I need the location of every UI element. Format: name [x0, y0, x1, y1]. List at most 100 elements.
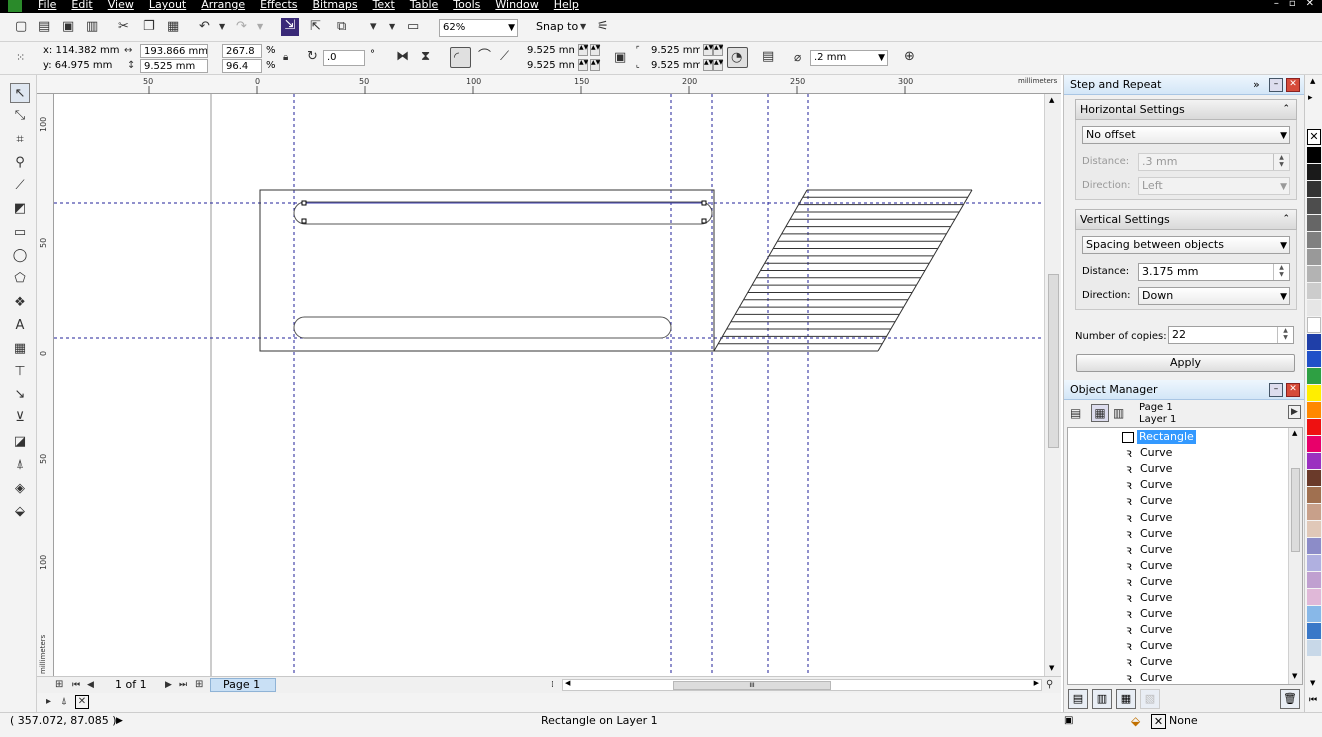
snap-to-dropdown-icon[interactable]: ▼: [580, 19, 586, 35]
number-of-copies-field[interactable]: 22 ▲ ▼: [1168, 326, 1294, 344]
corner-radius-top-right[interactable]: 9.525 mm: [648, 44, 700, 58]
color-swatch[interactable]: [1307, 317, 1321, 333]
spinner-icon[interactable]: ▲▼: [578, 59, 588, 71]
corner-radius-bottom-left[interactable]: 9.525 mm: [524, 59, 574, 73]
list-item[interactable]: ꝛ Curve: [1120, 638, 1174, 654]
palette-expand-icon[interactable]: ⏮: [1309, 695, 1317, 705]
list-item[interactable]: ꝛ Curve: [1120, 493, 1174, 509]
color-swatch[interactable]: [1307, 334, 1321, 350]
eyedropper-icon[interactable]: ⍋: [61, 694, 67, 710]
close-docker-button[interactable]: ✕: [1286, 383, 1300, 397]
node-handle[interactable]: [701, 200, 707, 206]
redo-icon[interactable]: ↷: [236, 19, 247, 35]
launcher-dropdown-icon[interactable]: ▼: [389, 19, 395, 35]
vertical-scrollbar[interactable]: ▲ ▼: [1044, 94, 1061, 676]
scroll-up-icon[interactable]: ▲: [1049, 96, 1054, 104]
color-swatch[interactable]: [1307, 385, 1321, 401]
spinner-icon[interactable]: ▲▼: [590, 59, 600, 71]
color-swatch[interactable]: [1307, 589, 1321, 605]
expand-icon[interactable]: »: [1253, 75, 1260, 95]
blend-tool-icon[interactable]: ⊻: [10, 408, 30, 428]
text-tool-icon[interactable]: A: [10, 316, 30, 336]
palette-options-icon[interactable]: ▸: [46, 694, 51, 710]
color-swatch[interactable]: [1307, 249, 1321, 265]
close-docker-button[interactable]: ✕: [1286, 78, 1300, 92]
application-launcher-icon[interactable]: ▾: [370, 19, 377, 35]
scroll-down-icon[interactable]: ▼: [1292, 672, 1297, 680]
polygon-tool-icon[interactable]: ⬠: [10, 269, 30, 289]
horizontal-direction-select[interactable]: Left ▼: [1138, 177, 1290, 195]
horizontal-settings-header[interactable]: Horizontal Settings ⌃: [1075, 99, 1297, 120]
spinner-icon[interactable]: ▲▼: [578, 44, 588, 56]
color-swatch[interactable]: [1307, 538, 1321, 554]
spinner-icon[interactable]: ▲▼: [1273, 154, 1289, 170]
color-swatch[interactable]: [1307, 419, 1321, 435]
color-swatch[interactable]: [1307, 487, 1321, 503]
selected-rounded-slot[interactable]: [293, 201, 713, 225]
eyedropper-tool-icon[interactable]: ⍋: [10, 455, 30, 475]
list-item[interactable]: ꝛ Curve: [1120, 606, 1174, 622]
drawing-canvas[interactable]: [54, 94, 1044, 676]
menu-tools[interactable]: Tools: [453, 0, 480, 11]
color-swatch[interactable]: [1307, 555, 1321, 571]
node-handle[interactable]: [301, 218, 307, 224]
rotation-field[interactable]: .0: [323, 50, 365, 66]
zoom-tool-icon[interactable]: ⚲: [10, 153, 30, 173]
list-item[interactable]: ꝛ Curve: [1120, 558, 1174, 574]
fill-indicator-icon[interactable]: ⬙: [1131, 714, 1140, 728]
color-swatch[interactable]: [1307, 164, 1321, 180]
palette-options-icon[interactable]: ▸: [1308, 93, 1313, 103]
export-icon[interactable]: ⇱: [310, 19, 321, 35]
new-document-icon[interactable]: ▢: [15, 19, 27, 35]
lock-corners-icon[interactable]: ▣: [614, 50, 626, 66]
wrap-text-icon[interactable]: ▤: [762, 49, 774, 65]
color-swatch[interactable]: [1307, 283, 1321, 299]
outline-tool-icon[interactable]: ◈: [10, 479, 30, 499]
outline-width-dropdown[interactable]: .2 mm ▼: [810, 50, 888, 66]
color-swatch[interactable]: [1307, 623, 1321, 639]
options-icon[interactable]: ⚟: [597, 19, 609, 35]
freehand-tool-icon[interactable]: ⟋: [10, 176, 30, 196]
list-item[interactable]: ꝛ Curve: [1120, 461, 1174, 477]
minimize-docker-button[interactable]: –: [1269, 78, 1283, 92]
palette-scroll-up-icon[interactable]: ▲: [1310, 77, 1315, 85]
menu-help[interactable]: Help: [554, 0, 579, 11]
lower-rounded-slot[interactable]: [293, 316, 672, 339]
color-swatch[interactable]: [1307, 181, 1321, 197]
ellipse-tool-icon[interactable]: ◯: [10, 246, 30, 266]
spinner-icon[interactable]: ▲▼: [1277, 327, 1293, 343]
tree-item-rectangle[interactable]: Rectangle: [1120, 429, 1196, 445]
corner-radius-bottom-right[interactable]: 9.525 mm: [648, 59, 700, 73]
hatch-lines[interactable]: [713, 189, 973, 352]
chamfered-corner-icon[interactable]: ⟋: [500, 49, 509, 65]
x-position-field[interactable]: x: 114.382 mm: [40, 44, 120, 58]
previous-page-icon[interactable]: ◀: [87, 677, 94, 693]
horizontal-distance-field[interactable]: .3 mm ▲ ▼: [1138, 153, 1290, 171]
smart-fill-tool-icon[interactable]: ◩: [10, 199, 30, 219]
next-page-icon[interactable]: ▶: [165, 677, 172, 693]
menu-file[interactable]: File: [38, 0, 56, 11]
menu-window[interactable]: Window: [495, 0, 538, 11]
minimize-icon[interactable]: –: [1274, 0, 1279, 9]
splitter-grip-icon[interactable]: ⁞: [551, 677, 554, 693]
width-field[interactable]: 193.866 mm: [140, 44, 208, 58]
color-swatch[interactable]: [1307, 300, 1321, 316]
menu-effects[interactable]: Effects: [260, 0, 297, 11]
spinner-icon[interactable]: ▲▼: [703, 44, 713, 56]
spinner-icon[interactable]: ▲▼: [703, 59, 713, 71]
color-swatch[interactable]: [1307, 470, 1321, 486]
mirror-vertical-icon[interactable]: ⧗: [421, 49, 430, 65]
open-icon[interactable]: ▤: [38, 19, 50, 35]
spinner-icon[interactable]: ▲▼: [1273, 264, 1289, 280]
fill-tool-icon[interactable]: ⬙: [10, 502, 30, 522]
add-page-icon[interactable]: ⊞: [55, 677, 63, 693]
node-handle[interactable]: [701, 218, 707, 224]
list-item[interactable]: ꝛ Curve: [1120, 590, 1174, 606]
crop-tool-icon[interactable]: ⌗: [10, 130, 30, 150]
color-swatch[interactable]: [1307, 198, 1321, 214]
collapse-icon[interactable]: ⌃: [1282, 210, 1290, 229]
color-swatch[interactable]: [1307, 640, 1321, 656]
scroll-right-icon[interactable]: ▶: [1034, 679, 1039, 687]
menu-view[interactable]: View: [108, 0, 134, 11]
dimension-tool-icon[interactable]: ⊤: [10, 362, 30, 382]
